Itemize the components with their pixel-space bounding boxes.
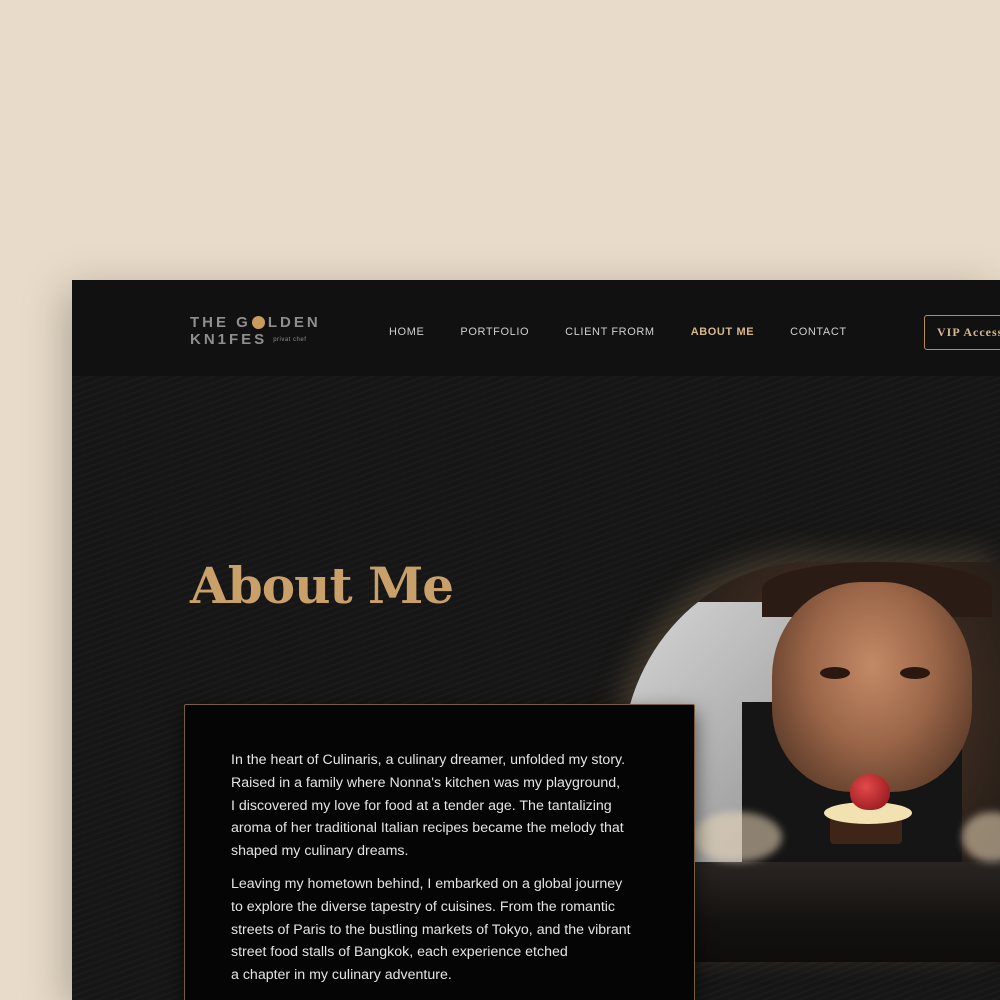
- paragraph-line: aroma of her traditional Italian recipes…: [231, 820, 624, 837]
- logo-text-part-1: THE G: [190, 314, 251, 331]
- photo-right-eye: [900, 667, 930, 679]
- logo-gold-dot: [251, 316, 265, 329]
- paragraph-line: a chapter in my culinary adventure.: [231, 967, 452, 984]
- paragraph-line: street food stalls of Bangkok, each expe…: [231, 944, 568, 961]
- logo-text-part-2: LDEN: [267, 314, 321, 331]
- main-nav: HOME PORTFOLIO CLIENT FRORM ABOUT ME CON…: [389, 326, 883, 338]
- logo-text-line-2: KN1FES: [190, 331, 268, 348]
- photo-blurred-dish-right: [962, 812, 1000, 862]
- about-paragraph-2: Leaving my hometown behind, I embarked o…: [231, 873, 654, 987]
- nav-item-client-form[interactable]: CLIENT FRORM: [565, 326, 655, 338]
- logo-subtitle: privat chef: [273, 336, 307, 343]
- paragraph-line: In the heart of Culinaris, a culinary dr…: [231, 752, 626, 768]
- site-header: THE G LDEN KN1FES privat chef HOME PORTF…: [72, 280, 1000, 376]
- page-title: About Me: [190, 556, 454, 615]
- paragraph-line: Leaving my hometown behind, I embarked o…: [231, 875, 623, 892]
- about-text-card: In the heart of Culinaris, a culinary dr…: [184, 704, 695, 1000]
- paragraph-line: streets of Paris to the bustling markets…: [231, 921, 631, 938]
- photo-dessert-cherry: [850, 774, 890, 810]
- nav-item-contact[interactable]: CONTACT: [790, 326, 847, 338]
- nav-item-portfolio[interactable]: PORTFOLIO: [460, 326, 529, 338]
- photo-blurred-dish-left: [692, 812, 782, 862]
- vip-access-button[interactable]: VIP Access: [924, 315, 1000, 350]
- logo[interactable]: THE G LDEN KN1FES privat chef: [190, 314, 321, 348]
- paragraph-line: shaped my culinary dreams.: [231, 843, 409, 860]
- nav-item-about-me[interactable]: ABOUT ME: [691, 326, 754, 338]
- photo-chef-face: [772, 582, 972, 792]
- logo-line-1: THE G LDEN: [190, 314, 321, 331]
- nav-item-home[interactable]: HOME: [389, 326, 424, 338]
- photo-left-eye: [820, 667, 850, 679]
- paragraph-line: Raised in a family where Nonna's kitchen…: [231, 774, 621, 791]
- about-paragraph-1: In the heart of Culinaris, a culinary dr…: [231, 749, 654, 863]
- paragraph-line: I discovered my love for food at a tende…: [231, 797, 612, 814]
- paragraph-line: to explore the diverse tapestry of cuisi…: [231, 898, 616, 915]
- website-window: THE G LDEN KN1FES privat chef HOME PORTF…: [72, 280, 1000, 1000]
- about-section: About Me In the heart of Culinaris, a cu…: [72, 376, 1000, 1000]
- logo-line-2: KN1FES privat chef: [190, 331, 321, 348]
